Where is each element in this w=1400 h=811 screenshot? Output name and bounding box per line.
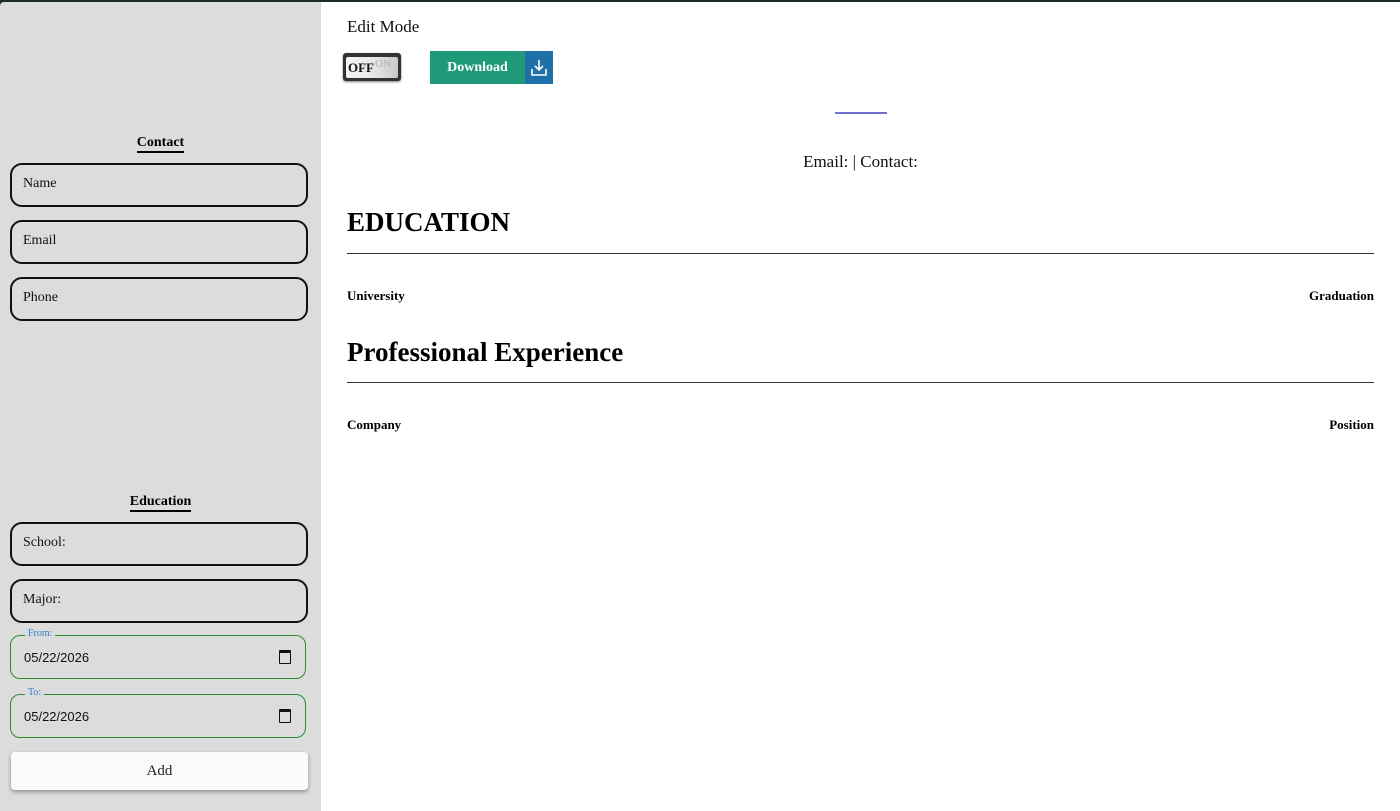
calendar-icon[interactable] xyxy=(279,650,291,664)
name-underline xyxy=(835,112,887,114)
education-divider xyxy=(347,253,1374,254)
to-date-input[interactable]: To: 05/22/2026 xyxy=(10,687,306,738)
edit-mode-label: Edit Mode xyxy=(347,17,420,36)
education-heading: EDUCATION xyxy=(347,207,511,237)
email-placeholder: Email xyxy=(23,233,57,248)
from-date-label: From: xyxy=(25,628,56,639)
major-placeholder: Major: xyxy=(23,592,62,607)
download-button[interactable]: Download xyxy=(430,51,553,84)
from-date-input[interactable]: From: 05/22/2026 xyxy=(10,628,306,679)
name-placeholder: Name xyxy=(23,176,57,191)
experience-divider xyxy=(347,382,1374,383)
school-placeholder: School: xyxy=(23,535,66,550)
to-date-value: 05/22/2026 xyxy=(24,709,90,724)
school-input[interactable]: School: xyxy=(10,522,308,566)
university-label: University xyxy=(347,288,405,303)
calendar-icon[interactable] xyxy=(279,709,291,723)
add-button[interactable]: Add xyxy=(11,752,308,790)
phone-placeholder: Phone xyxy=(23,290,58,305)
to-date-label: To: xyxy=(25,687,45,698)
graduation-label: Graduation xyxy=(1308,288,1374,303)
download-label: Download xyxy=(430,51,525,84)
contact-section-title: Contact xyxy=(0,135,321,153)
education-section-title: Education xyxy=(0,494,321,512)
resume-preview: Edit Mode OFF ON Download Email: | Conta… xyxy=(321,2,1400,811)
toggle-off-label: OFF xyxy=(348,60,374,75)
contact-line: Email: | Contact: xyxy=(803,152,918,171)
toggle-on-label: ON xyxy=(375,58,391,70)
download-icon xyxy=(525,51,553,84)
position-label: Position xyxy=(1329,417,1374,432)
edit-mode-toggle[interactable]: OFF ON xyxy=(343,53,401,81)
phone-input[interactable]: Phone xyxy=(10,277,308,321)
sidebar: Contact Name Email Phone Education Schoo… xyxy=(0,2,321,811)
toggle-face: OFF ON xyxy=(346,57,398,78)
contact-title-text: Contact xyxy=(136,135,185,153)
experience-heading: Professional Experience xyxy=(347,337,624,367)
major-input[interactable]: Major: xyxy=(10,579,308,623)
name-input[interactable]: Name xyxy=(10,163,308,207)
email-input[interactable]: Email xyxy=(10,220,308,264)
from-date-value: 05/22/2026 xyxy=(24,650,90,665)
education-title-text: Education xyxy=(129,494,192,512)
company-label: Company xyxy=(347,417,402,432)
